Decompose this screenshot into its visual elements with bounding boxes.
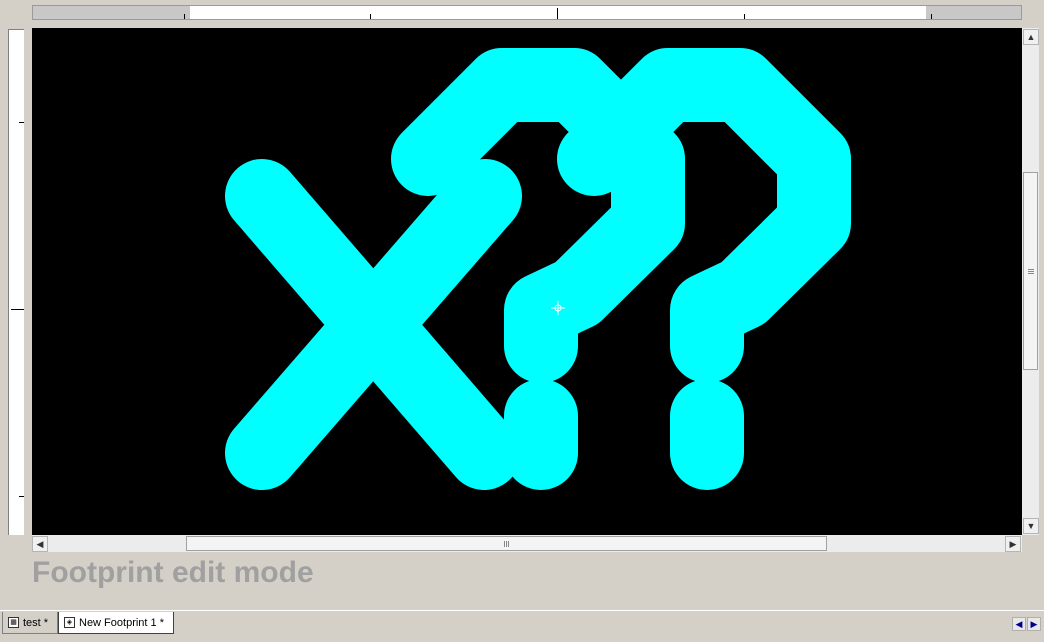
tab-label: New Footprint 1 * xyxy=(79,616,164,629)
horizontal-ruler-visible-range xyxy=(190,6,926,19)
scroll-down-button[interactable]: ▼ xyxy=(1023,518,1039,534)
chevron-right-icon: ▶ xyxy=(1009,538,1017,549)
edit-mode-label: Footprint edit mode xyxy=(32,556,314,589)
scroll-right-button[interactable]: ▶ xyxy=(1005,536,1021,552)
chevron-left-icon: ◀ xyxy=(36,538,44,549)
arrow-right-icon: ▶ xyxy=(1030,618,1038,629)
footprint-canvas[interactable] xyxy=(32,28,1022,535)
arrow-left-icon: ◀ xyxy=(1015,618,1023,629)
tab-scroll-left-button[interactable]: ◀ xyxy=(1012,617,1026,631)
vertical-scroll-thumb[interactable] xyxy=(1023,172,1038,370)
tab-test[interactable]: ▦ test * xyxy=(2,612,58,634)
tab-scroll-right-button[interactable]: ▶ xyxy=(1027,617,1041,631)
scroll-up-button[interactable]: ▲ xyxy=(1023,29,1039,45)
tab-label: test * xyxy=(23,616,49,629)
chevron-up-icon: ▲ xyxy=(1026,32,1036,42)
chevron-down-icon: ▼ xyxy=(1026,521,1036,531)
scroll-left-button[interactable]: ◀ xyxy=(32,536,48,552)
horizontal-scroll-thumb[interactable] xyxy=(186,536,827,551)
footprint-icon: ◈ xyxy=(64,617,75,628)
board-icon: ▦ xyxy=(8,617,19,628)
vertical-ruler xyxy=(8,29,24,535)
tab-new-footprint-1[interactable]: ◈ New Footprint 1 * xyxy=(58,612,174,634)
footprint-drawing xyxy=(225,48,851,490)
